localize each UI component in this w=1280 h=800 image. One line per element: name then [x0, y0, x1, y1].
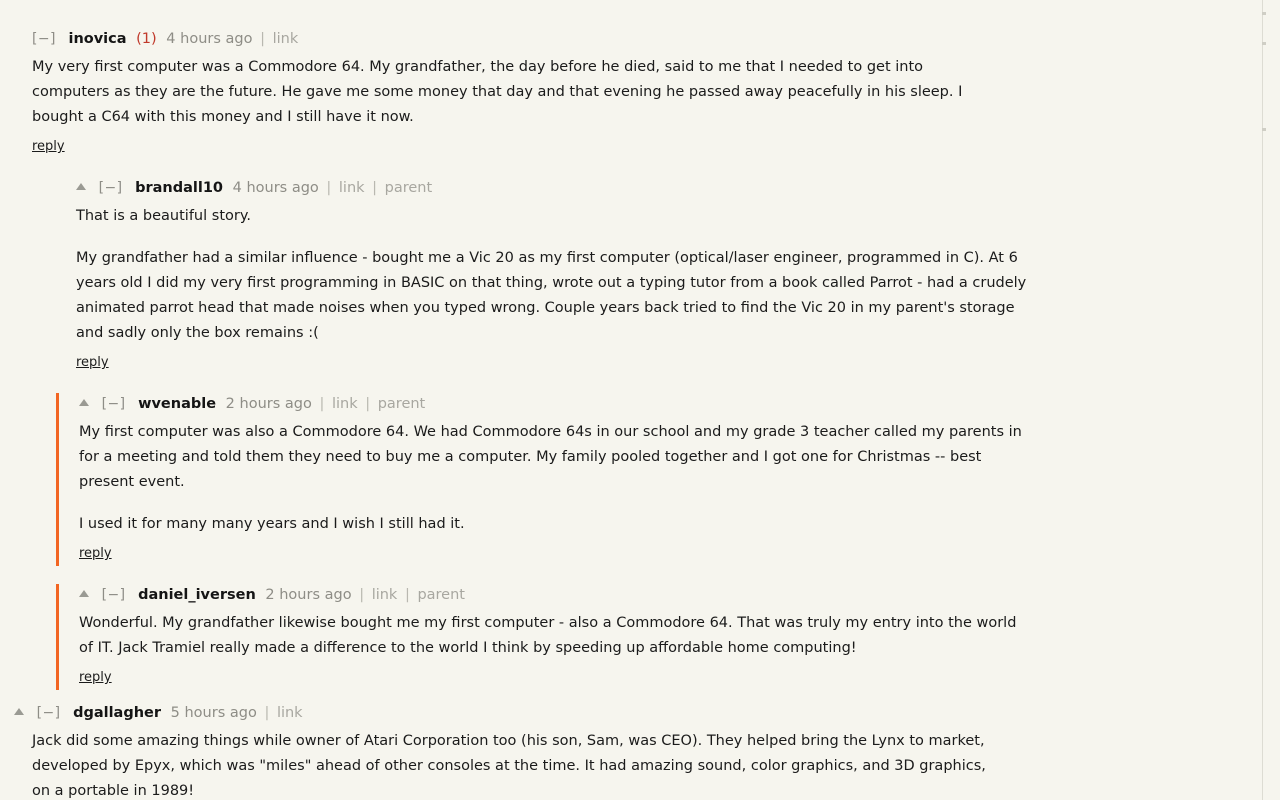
- comment-author[interactable]: daniel_iversen: [138, 587, 256, 603]
- collapse-toggle[interactable]: [−]: [37, 705, 61, 721]
- comment-paragraph: Jack did some amazing things while owner…: [32, 733, 986, 799]
- collapse-toggle[interactable]: [−]: [102, 396, 126, 412]
- comment-body: That is a beautiful story. My grandfathe…: [76, 204, 1280, 346]
- permalink-link[interactable]: link: [339, 180, 365, 196]
- comment-paragraph: My first computer was also a Commodore 6…: [79, 424, 1022, 490]
- upvote-triangle-icon[interactable]: [79, 398, 89, 406]
- collapse-toggle[interactable]: [−]: [102, 587, 126, 603]
- meta-separator: |: [404, 587, 410, 603]
- comment-body: My very first computer was a Commodore 6…: [32, 55, 1280, 130]
- reply-link[interactable]: reply: [79, 545, 112, 563]
- permalink-link[interactable]: link: [372, 587, 398, 603]
- scrollbar-nub[interactable]: [1262, 12, 1266, 15]
- upvote-triangle-icon[interactable]: [14, 707, 24, 715]
- comment-dgallagher: [−] dgallagher 5 hours ago | link Jack d…: [0, 702, 1280, 800]
- comment-daniel-iversen: [−] daniel_iversen 2 hours ago | link | …: [56, 584, 1280, 690]
- comment-paragraph: I used it for many many years and I wish…: [79, 516, 465, 532]
- comment-body: Wonderful. My grandfather likewise bough…: [79, 611, 1280, 661]
- comment-age: 4 hours ago: [166, 31, 253, 47]
- comment-header: [−] dgallagher 5 hours ago | link: [14, 702, 1280, 724]
- meta-separator: |: [260, 31, 265, 47]
- meta-separator: |: [372, 180, 378, 196]
- reply-link[interactable]: reply: [79, 669, 112, 687]
- reply-link[interactable]: reply: [76, 354, 109, 372]
- comment-paragraph: That is a beautiful story.: [76, 208, 251, 224]
- permalink-link[interactable]: link: [277, 705, 303, 721]
- comment-author[interactable]: brandall10: [135, 180, 223, 196]
- upvote-triangle-icon[interactable]: [79, 589, 89, 597]
- comment-header: [−] inovica (1) 4 hours ago | link: [32, 28, 1280, 50]
- comment-brandall10: [−] brandall10 4 hours ago | link | pare…: [76, 177, 1280, 375]
- comment-paragraph: My very first computer was a Commodore 6…: [32, 59, 963, 125]
- comment-age: 2 hours ago: [225, 396, 312, 412]
- comment-inovica: [−] inovica (1) 4 hours ago | link My ve…: [0, 28, 1280, 159]
- comment-age: 2 hours ago: [265, 587, 352, 603]
- permalink-link[interactable]: link: [273, 31, 299, 47]
- comment-paragraph: My grandfather had a similar influence -…: [76, 250, 1027, 341]
- comment-author[interactable]: wvenable: [138, 396, 216, 412]
- reply-link[interactable]: reply: [32, 138, 65, 156]
- comment-author[interactable]: inovica: [68, 31, 126, 47]
- comment-header: [−] wvenable 2 hours ago | link | parent: [79, 393, 1280, 415]
- comment-author[interactable]: dgallagher: [73, 705, 161, 721]
- upvote-triangle-icon[interactable]: [76, 182, 86, 190]
- meta-separator: |: [264, 705, 270, 721]
- comment-age: 4 hours ago: [232, 180, 319, 196]
- comment-wvenable: [−] wvenable 2 hours ago | link | parent…: [56, 393, 1280, 566]
- meta-separator: |: [359, 587, 365, 603]
- comment-body: Jack did some amazing things while owner…: [32, 729, 1280, 800]
- permalink-link[interactable]: link: [332, 396, 358, 412]
- parent-link[interactable]: parent: [417, 587, 465, 603]
- comment-age: 5 hours ago: [170, 705, 257, 721]
- comment-points: (1): [136, 31, 157, 47]
- comment-body: My first computer was also a Commodore 6…: [79, 420, 1280, 537]
- comment-paragraph: Wonderful. My grandfather likewise bough…: [79, 615, 1017, 656]
- parent-link[interactable]: parent: [385, 180, 433, 196]
- meta-separator: |: [326, 180, 332, 196]
- comment-thread-page: [−] inovica (1) 4 hours ago | link My ve…: [0, 0, 1280, 800]
- collapse-toggle[interactable]: [−]: [32, 31, 56, 47]
- meta-separator: |: [319, 396, 325, 412]
- collapse-toggle[interactable]: [−]: [99, 180, 123, 196]
- comment-header: [−] daniel_iversen 2 hours ago | link | …: [79, 584, 1280, 606]
- comment-header: [−] brandall10 4 hours ago | link | pare…: [76, 177, 1280, 199]
- parent-link[interactable]: parent: [378, 396, 426, 412]
- meta-separator: |: [365, 396, 371, 412]
